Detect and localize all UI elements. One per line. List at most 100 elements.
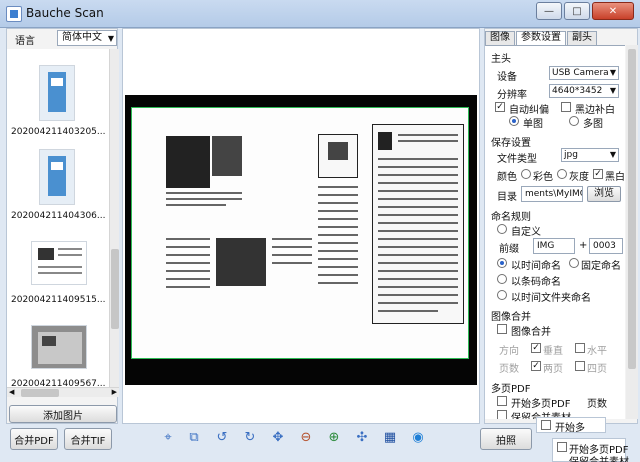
name-by-barcode-radio[interactable] xyxy=(497,274,507,284)
horizontal-label: 水平 xyxy=(587,346,607,357)
thumbnail-name: 202004211403205... xyxy=(11,127,106,137)
horizontal-checkbox[interactable] xyxy=(575,343,585,353)
language-select[interactable]: 简体中文 ▼ xyxy=(57,30,117,46)
name-by-time-label: 以时间命名 xyxy=(511,261,561,272)
language-value: 简体中文 xyxy=(62,32,102,43)
minimize-button[interactable]: — xyxy=(536,2,562,20)
start-multipage-checkbox[interactable] xyxy=(497,396,507,406)
rotate-right-icon[interactable]: ↻ xyxy=(242,430,258,446)
thumbnail-image xyxy=(31,325,87,369)
keep-source-checkbox[interactable] xyxy=(497,410,507,419)
select-icon[interactable]: ⌖ xyxy=(160,430,176,446)
fixed-name-label: 固定命名 xyxy=(581,261,621,272)
scrollbar-thumb[interactable] xyxy=(111,249,119,329)
chevron-down-icon: ▼ xyxy=(609,150,616,159)
language-label: 语言 xyxy=(15,36,35,47)
title-bar: Bauche Scan — □ ✕ xyxy=(0,0,640,28)
device-value: USB Camera xyxy=(552,68,609,78)
merge-tif-button[interactable]: 合并TIF xyxy=(64,428,112,450)
scrollbar-thumb[interactable] xyxy=(21,389,59,397)
directory-input[interactable]: ments\MyIMG xyxy=(521,186,583,202)
prefix-input[interactable]: IMG xyxy=(533,238,575,254)
browse-button[interactable]: 浏览 xyxy=(587,186,621,202)
image-merge-checkbox[interactable] xyxy=(497,324,507,334)
device-select[interactable]: USB Camera ▼ xyxy=(549,66,619,80)
fit-icon[interactable]: ✣ xyxy=(354,430,370,446)
overflow-start-multi-checkbox[interactable] xyxy=(541,420,551,430)
crop-icon[interactable]: ⧉ xyxy=(186,430,202,446)
resolution-value: 4640*3452 xyxy=(552,86,603,96)
maximize-button[interactable]: □ xyxy=(564,2,590,20)
name-by-time-folder-label: 以时间文件夹命名 xyxy=(511,293,591,304)
vertical-checkbox[interactable]: ✓ xyxy=(531,343,541,353)
scan-document xyxy=(131,107,469,359)
merge-pdf-button[interactable]: 合并PDF xyxy=(10,428,58,450)
thumbnail-vertical-scrollbar[interactable] xyxy=(109,49,119,387)
film-icon[interactable]: ▦ xyxy=(382,430,398,446)
name-by-barcode-label: 以条码命名 xyxy=(511,277,561,288)
settings-scrollbar[interactable] xyxy=(626,45,638,419)
gray-radio[interactable] xyxy=(557,169,567,179)
tab-parameters[interactable]: 参数设置 xyxy=(516,31,566,45)
close-button[interactable]: ✕ xyxy=(592,2,634,20)
thumbnail-list[interactable]: 202004211403205... 202004211404306... 20… xyxy=(7,49,119,387)
shoot-button[interactable]: 拍照 xyxy=(480,428,532,450)
color-option-label: 彩色 xyxy=(533,172,553,183)
thumbnail-name: 202004211404306... xyxy=(11,211,106,221)
scan-image xyxy=(125,95,477,385)
two-pages-checkbox[interactable]: ✓ xyxy=(531,361,541,371)
plus-label: + xyxy=(579,240,588,251)
single-image-label: 单图 xyxy=(523,119,543,130)
name-by-time-radio[interactable] xyxy=(497,258,507,268)
single-image-radio[interactable] xyxy=(509,116,519,126)
thumbnail-name: 202004211409567... xyxy=(11,379,106,387)
app-icon xyxy=(6,6,22,22)
name-by-time-folder-radio[interactable] xyxy=(497,290,507,300)
pages-label: 页数 xyxy=(499,364,519,375)
thumbnail-horizontal-scrollbar[interactable]: ◀ ▶ xyxy=(7,387,119,397)
scrollbar-thumb[interactable] xyxy=(628,49,636,369)
window-controls: — □ ✕ xyxy=(536,2,634,20)
color-radio[interactable] xyxy=(521,169,531,179)
settings-tabs: 图像 参数设置 副头 xyxy=(485,31,598,45)
multi-image-radio[interactable] xyxy=(569,116,579,126)
vertical-label: 垂直 xyxy=(543,346,563,357)
arrow-right-icon[interactable]: ▶ xyxy=(112,388,117,396)
overflow-multipage-checkbox[interactable] xyxy=(557,442,567,452)
scan-icon[interactable]: ◉ xyxy=(410,430,426,446)
chevron-down-icon: ▼ xyxy=(107,34,114,43)
file-type-select[interactable]: jpg ▼ xyxy=(561,148,619,162)
tab-secondary-camera[interactable]: 副头 xyxy=(567,31,597,45)
thumbnail-image xyxy=(39,149,75,205)
tab-image[interactable]: 图像 xyxy=(485,31,515,45)
add-image-button[interactable]: 添加图片 xyxy=(9,405,117,423)
rotate-left-icon[interactable]: ↺ xyxy=(214,430,230,446)
thumbnail-name: 202004211409515... xyxy=(11,295,106,305)
overflow-multipage: 开始多页PDF 保留合并素材 xyxy=(552,438,629,462)
bw-checkbox[interactable]: ✓ xyxy=(593,169,603,179)
file-type-label: 文件类型 xyxy=(497,154,537,165)
left-panel: 语言 简体中文 ▼ 202004211403205... 20200421140… xyxy=(6,28,119,424)
chevron-down-icon: ▼ xyxy=(609,68,616,77)
resolution-select[interactable]: 4640*3452 ▼ xyxy=(549,84,619,98)
counter-input[interactable]: 0003 xyxy=(589,238,623,254)
overflow-keep-source-label: 保留合并素材 xyxy=(569,453,629,462)
auto-deskew-label: 自动纠偏 xyxy=(509,105,549,116)
window-title: Bauche Scan xyxy=(26,6,104,20)
bw-option-label: 黑白 xyxy=(605,172,625,183)
black-fill-label: 黑边补白 xyxy=(575,105,615,116)
zoom-out-icon[interactable]: ⊖ xyxy=(298,430,314,446)
main-head-title: 主头 xyxy=(491,54,511,65)
move-icon[interactable]: ✥ xyxy=(270,430,286,446)
preview-area[interactable] xyxy=(122,28,480,424)
fixed-name-radio[interactable] xyxy=(569,258,579,268)
custom-name-radio[interactable] xyxy=(497,224,507,234)
auto-deskew-checkbox[interactable]: ✓ xyxy=(495,102,505,112)
image-merge-title: 图像合并 xyxy=(491,312,531,323)
four-pages-checkbox[interactable] xyxy=(575,361,585,371)
direction-label: 方向 xyxy=(499,346,519,357)
save-settings-title: 保存设置 xyxy=(491,138,531,149)
zoom-in-icon[interactable]: ⊕ xyxy=(326,430,342,446)
arrow-left-icon[interactable]: ◀ xyxy=(9,388,14,396)
black-fill-checkbox[interactable] xyxy=(561,102,571,112)
